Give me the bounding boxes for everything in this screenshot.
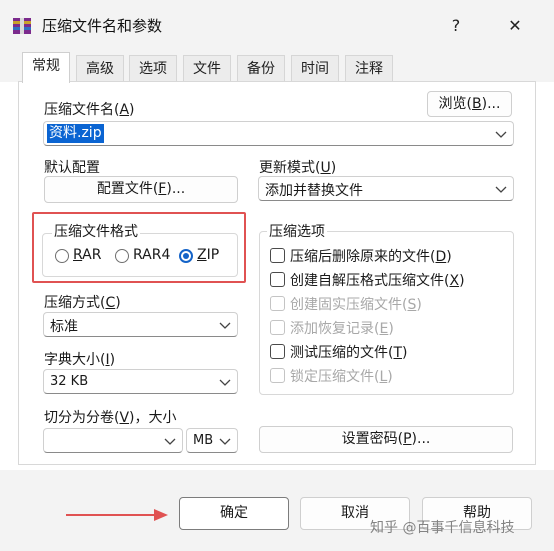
dictionary-size-select[interactable]: 32 KB <box>43 369 238 394</box>
ok-button[interactable]: 确定 <box>179 497 289 530</box>
split-unit-select[interactable]: MB <box>186 428 238 453</box>
dictionary-size-value: 32 KB <box>50 374 89 389</box>
watermark: 知乎 @百事千信息科技 <box>370 520 515 536</box>
chevron-down-icon[interactable] <box>164 438 176 446</box>
archive-name-combo[interactable]: 资料.zip <box>43 121 514 146</box>
help-icon[interactable]: ? <box>441 14 471 38</box>
split-volumes-label: 切分为分卷(V)，大小 <box>44 410 177 426</box>
dictionary-size-label: 字典大小(I) <box>44 352 116 368</box>
tab-backup[interactable]: 备份 <box>237 55 285 81</box>
close-icon[interactable]: ✕ <box>500 14 530 38</box>
split-size-combo[interactable] <box>43 428 183 453</box>
tab-options[interactable]: 选项 <box>129 55 177 81</box>
solid-checkbox <box>270 296 285 311</box>
test-archive-label[interactable]: 测试压缩的文件(T) <box>290 342 408 362</box>
test-archive-checkbox[interactable] <box>270 344 285 359</box>
chevron-down-icon[interactable] <box>495 186 507 194</box>
profiles-button[interactable]: 配置文件(F)... <box>44 176 238 203</box>
compression-method-value: 标准 <box>50 319 78 335</box>
browse-button[interactable]: 浏览(B)... <box>427 91 512 117</box>
lock-archive-checkbox <box>270 368 285 383</box>
delete-after-label[interactable]: 压缩后删除原来的文件(D) <box>290 246 452 266</box>
recovery-record-label: 添加恢复记录(E) <box>290 321 394 337</box>
sfx-checkbox[interactable] <box>270 272 285 287</box>
chevron-down-icon[interactable] <box>495 131 507 139</box>
arrow-annotation <box>66 509 168 521</box>
tab-general[interactable]: 常规 <box>22 52 70 83</box>
update-mode-select[interactable]: 添加并替换文件 <box>258 176 514 201</box>
tab-files[interactable]: 文件 <box>183 55 231 81</box>
chevron-down-icon[interactable] <box>219 379 231 387</box>
window-title: 压缩文件名和参数 <box>42 17 163 35</box>
lock-archive-label: 锁定压缩文件(L) <box>290 369 393 385</box>
update-mode-label: 更新模式(U) <box>259 160 337 176</box>
solid-label: 创建固实压缩文件(S) <box>290 297 422 313</box>
highlight-box <box>32 212 246 283</box>
winrar-app-icon <box>13 18 31 34</box>
split-unit-value: MB <box>193 433 214 448</box>
archive-options-label: 压缩选项 <box>267 221 327 241</box>
tab-advanced[interactable]: 高级 <box>76 55 124 81</box>
chevron-down-icon[interactable] <box>219 438 231 446</box>
update-mode-value: 添加并替换文件 <box>265 183 363 199</box>
delete-after-checkbox[interactable] <box>270 248 285 263</box>
set-password-button[interactable]: 设置密码(P)... <box>259 426 513 453</box>
tab-time[interactable]: 时间 <box>291 55 339 81</box>
archive-name-label: 压缩文件名(A) <box>44 102 135 118</box>
chevron-down-icon[interactable] <box>219 322 231 330</box>
archive-name-value[interactable]: 资料.zip <box>47 124 104 143</box>
default-profile-label: 默认配置 <box>44 160 100 176</box>
recovery-record-checkbox <box>270 320 285 335</box>
compression-method-select[interactable]: 标准 <box>43 312 238 337</box>
sfx-label[interactable]: 创建自解压格式压缩文件(X) <box>290 270 465 290</box>
compression-method-label: 压缩方式(C) <box>44 295 121 311</box>
tab-comment[interactable]: 注释 <box>345 55 393 81</box>
